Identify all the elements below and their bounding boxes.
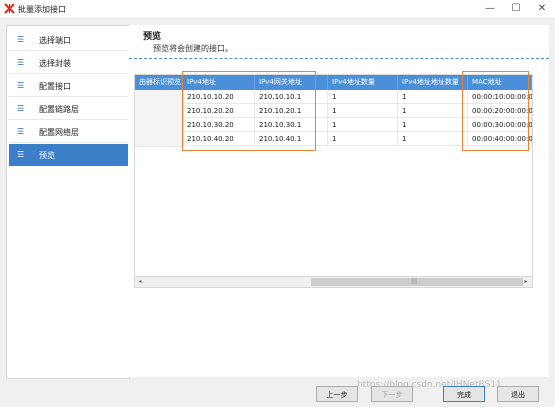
sidebar-item-select-port[interactable]: ☰ 选择端口 bbox=[9, 29, 128, 51]
table-cell[interactable]: 1 bbox=[398, 118, 468, 132]
row-header[interactable] bbox=[135, 104, 184, 119]
page-subtitle: 预览将会创建的接口。 bbox=[153, 44, 233, 53]
sidebar-item-label: 配置网络层 bbox=[39, 128, 79, 137]
sidebar-item-label: 选择封装 bbox=[39, 59, 71, 68]
column-header[interactable]: 由器标识预览 bbox=[135, 75, 183, 90]
grip-icon: ||| bbox=[411, 278, 418, 285]
table-cell[interactable]: 1 bbox=[328, 104, 398, 118]
close-button[interactable]: ✕ bbox=[529, 0, 555, 18]
wizard-steps-sidebar: ☰ 选择端口 ☰ 选择封装 ☰ 配置接口 ☰ 配置链路层 ☰ 配置网络层 ☰ 预… bbox=[6, 25, 130, 379]
sidebar-item-configure-interface[interactable]: ☰ 配置接口 bbox=[9, 75, 128, 97]
table-cell[interactable]: 1 bbox=[328, 90, 398, 104]
minimize-button[interactable]: — bbox=[477, 0, 503, 18]
sidebar-item-label: 配置接口 bbox=[39, 82, 71, 91]
list-icon: ☰ bbox=[17, 81, 25, 90]
scroll-right-icon[interactable]: ▸ bbox=[521, 277, 531, 287]
maximize-button[interactable]: ☐ bbox=[503, 0, 529, 18]
table-cell[interactable]: 1 bbox=[398, 104, 468, 118]
mac-column-highlight bbox=[462, 71, 529, 151]
sidebar-item-configure-link-layer[interactable]: ☰ 配置链路层 bbox=[9, 98, 128, 120]
list-icon: ☰ bbox=[17, 35, 25, 44]
sidebar-item-configure-network-layer[interactable]: ☰ 配置网络层 bbox=[9, 121, 128, 143]
sidebar-item-preview[interactable]: ☰ 预览 bbox=[9, 144, 128, 166]
sidebar-item-select-encapsulation[interactable]: ☰ 选择封装 bbox=[9, 52, 128, 74]
list-icon: ☰ bbox=[17, 104, 25, 113]
previous-button[interactable]: 上一步 bbox=[316, 386, 358, 402]
title-bar: 批量添加接口 — ☐ ✕ bbox=[0, 0, 555, 19]
ip-columns-highlight bbox=[182, 71, 316, 151]
horizontal-scrollbar[interactable]: ◂ ||| ▸ bbox=[134, 276, 533, 288]
table-cell[interactable]: 1 bbox=[398, 90, 468, 104]
table-cell[interactable]: 1 bbox=[328, 132, 398, 146]
column-header[interactable]: IPv4地址数量 bbox=[328, 75, 398, 90]
divider bbox=[129, 58, 549, 59]
row-header[interactable] bbox=[135, 90, 184, 105]
window-title: 批量添加接口 bbox=[18, 5, 66, 14]
scrollbar-thumb[interactable]: ||| bbox=[311, 278, 523, 286]
page-title: 预览 bbox=[143, 32, 162, 42]
row-header[interactable] bbox=[135, 118, 184, 133]
sidebar-item-label: 预览 bbox=[39, 151, 55, 160]
list-icon: ☰ bbox=[17, 58, 25, 67]
table-cell[interactable]: 1 bbox=[328, 118, 398, 132]
column-header[interactable]: IPv4地址地址数量 bbox=[398, 75, 468, 90]
next-button[interactable]: 下一步 bbox=[371, 386, 413, 402]
list-icon: ☰ bbox=[17, 150, 25, 159]
finish-button[interactable]: 完成 bbox=[443, 386, 485, 402]
list-icon: ☰ bbox=[17, 127, 25, 136]
sidebar-item-label: 选择端口 bbox=[39, 36, 71, 45]
scroll-left-icon[interactable]: ◂ bbox=[135, 277, 145, 287]
sidebar-item-label: 配置链路层 bbox=[39, 105, 79, 114]
row-header[interactable] bbox=[135, 132, 184, 147]
table-cell[interactable]: 1 bbox=[398, 132, 468, 146]
app-logo-icon bbox=[4, 3, 15, 14]
cancel-button[interactable]: 退出 bbox=[497, 386, 539, 402]
